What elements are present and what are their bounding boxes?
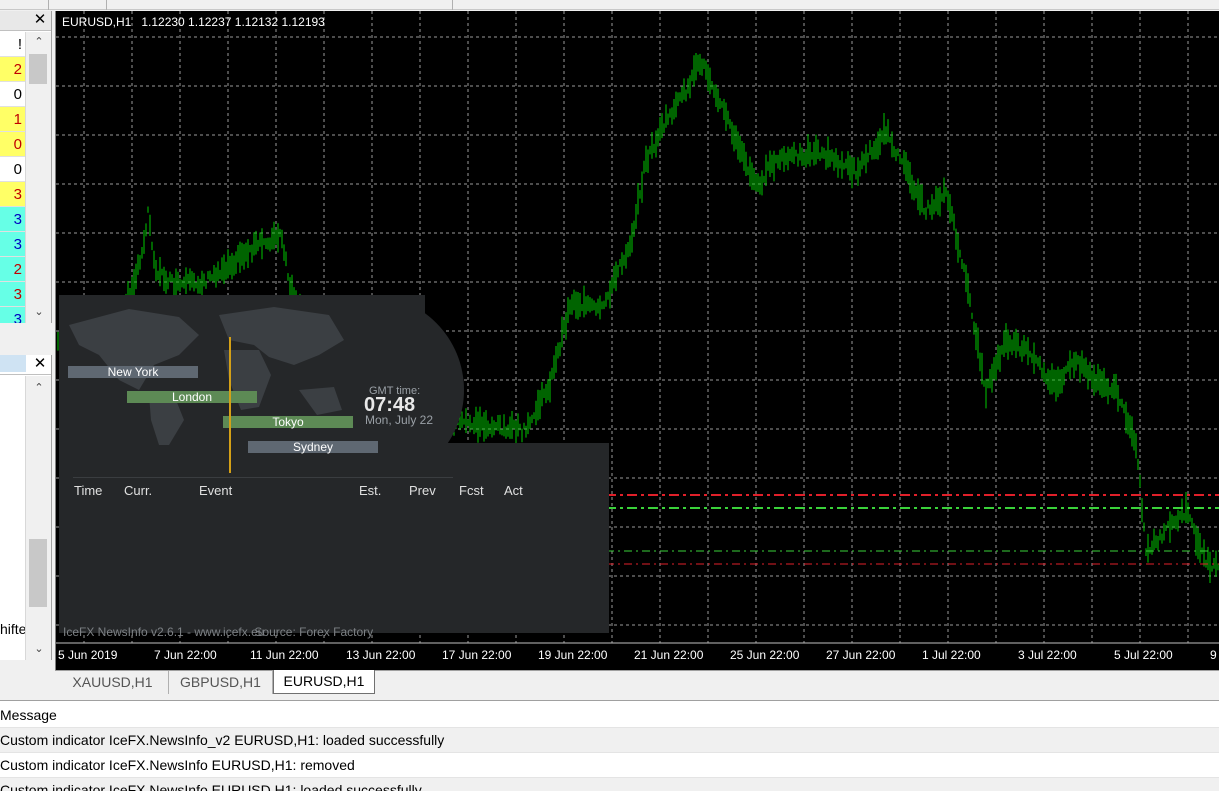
close-icon[interactable]: ✕ bbox=[32, 356, 48, 372]
toolbar-separator bbox=[452, 0, 453, 10]
news-column-time[interactable]: Time bbox=[74, 483, 102, 498]
value-cell[interactable]: 3 bbox=[0, 307, 26, 323]
x-axis-label: 11 Jun 22:00 bbox=[250, 648, 319, 662]
value-column: ! 20100333233 bbox=[0, 32, 26, 323]
widget-news-table bbox=[59, 443, 609, 633]
x-axis-label: 9 bbox=[1210, 648, 1217, 662]
newsinfo-widget: New York London Tokyo Sydney GMT time: 07:4… bbox=[59, 295, 609, 640]
x-axis-label: 17 Jun 22:00 bbox=[442, 648, 512, 662]
journal-panel: Message Custom indicator IceFX.NewsInfo_… bbox=[0, 700, 1219, 791]
truncated-item-label: hifte bbox=[0, 621, 27, 637]
news-column-act[interactable]: Act bbox=[504, 483, 523, 498]
value-cell[interactable]: 3 bbox=[0, 232, 26, 257]
news-column-est[interactable]: Est. bbox=[359, 483, 381, 498]
value-cell[interactable]: 0 bbox=[0, 82, 26, 107]
session-bar-new-york: New York bbox=[68, 366, 198, 378]
scrollbar-thumb[interactable] bbox=[29, 539, 47, 607]
panel-scrollbar[interactable]: ⌃ ⌄ bbox=[25, 32, 51, 323]
value-cell[interactable]: 2 bbox=[0, 257, 26, 282]
current-time-marker bbox=[229, 337, 231, 473]
value-cell[interactable]: 3 bbox=[0, 207, 26, 232]
news-column-fcst[interactable]: Fcst bbox=[459, 483, 484, 498]
price-chart[interactable]: EURUSD,H1 1.12230 1.12237 1.12132 1.1219… bbox=[55, 11, 1219, 670]
session-bar-tokyo: Tokyo bbox=[223, 416, 353, 428]
x-axis-label: 25 Jun 22:00 bbox=[730, 648, 800, 662]
chart-title: EURUSD,H1 1.12230 1.12237 1.12132 1.1219… bbox=[62, 15, 325, 29]
session-bar-london: London bbox=[127, 391, 257, 403]
session-bar-sydney: Sydney bbox=[248, 441, 378, 453]
x-axis-label: 5 Jul 22:00 bbox=[1114, 648, 1173, 662]
value-cell[interactable]: 2 bbox=[0, 57, 26, 82]
panel-header: ✕ bbox=[0, 11, 51, 31]
source-label: Source: Forex Factory bbox=[254, 625, 374, 639]
value-cell[interactable]: 3 bbox=[0, 282, 26, 307]
panel-scrollbar[interactable]: ⌃ ⌄ bbox=[25, 376, 51, 660]
chart-tabs: XAUUSD,H1 GBPUSD,H1 EURUSD,H1 bbox=[55, 670, 1219, 694]
x-axis-label: 1 Jul 22:00 bbox=[922, 648, 981, 662]
value-cell[interactable]: 3 bbox=[0, 182, 26, 207]
column-header-message[interactable]: Message bbox=[0, 707, 57, 723]
news-column-curr[interactable]: Curr. bbox=[124, 483, 152, 498]
navigator-panel: ✕ hifte ⌃ ⌄ bbox=[0, 355, 52, 660]
x-axis-label: 3 Jul 22:00 bbox=[1018, 648, 1077, 662]
toolbar-separator bbox=[48, 0, 49, 10]
journal-header: Message bbox=[0, 703, 1219, 728]
tab-eurusdh1[interactable]: EURUSD,H1 bbox=[273, 670, 375, 694]
tab-xauusdh1[interactable]: XAUUSD,H1 bbox=[57, 671, 169, 694]
value-cell[interactable]: 0 bbox=[0, 157, 26, 182]
x-axis-label: 13 Jun 22:00 bbox=[346, 648, 416, 662]
header-divider bbox=[73, 477, 453, 478]
news-column-prev[interactable]: Prev bbox=[409, 483, 436, 498]
panel-header: ✕ bbox=[0, 355, 51, 375]
value-cell[interactable]: 1 bbox=[0, 107, 26, 132]
scroll-down-icon[interactable]: ⌄ bbox=[26, 304, 51, 320]
x-axis-label: 5 Jun 2019 bbox=[58, 648, 118, 662]
journal-row[interactable]: Custom indicator IceFX.NewsInfo EURUSD,H… bbox=[0, 753, 1219, 778]
tab-gbpusdh1[interactable]: GBPUSD,H1 bbox=[169, 671, 273, 694]
selected-row-highlight bbox=[0, 355, 26, 372]
scroll-down-icon[interactable]: ⌄ bbox=[26, 641, 51, 657]
journal-row[interactable]: Custom indicator IceFX.NewsInfo EURUSD,H… bbox=[0, 778, 1219, 791]
value-cell[interactable]: 0 bbox=[0, 132, 26, 157]
widget-footer: IceFX NewsInfo v2.6.1 - www.icefx.euSour… bbox=[63, 625, 373, 639]
x-axis-label: 19 Jun 22:00 bbox=[538, 648, 608, 662]
toolbar-separator bbox=[106, 0, 107, 10]
journal-row[interactable]: Custom indicator IceFX.NewsInfo_v2 EURUS… bbox=[0, 728, 1219, 753]
version-label: IceFX NewsInfo v2.6.1 - www.icefx.eu bbox=[63, 625, 265, 639]
news-column-event[interactable]: Event bbox=[199, 483, 232, 498]
gmt-date: Mon, July 22 bbox=[365, 413, 434, 427]
scroll-up-icon[interactable]: ⌃ bbox=[26, 380, 51, 396]
market-watch-panel: ✕ ! 20100333233 ⌃ ⌄ bbox=[0, 11, 52, 323]
x-axis-label: 21 Jun 22:00 bbox=[634, 648, 704, 662]
toolbar bbox=[0, 0, 1219, 10]
column-header-alert[interactable]: ! bbox=[0, 32, 26, 57]
close-icon[interactable]: ✕ bbox=[32, 12, 48, 28]
scroll-up-icon[interactable]: ⌃ bbox=[26, 34, 51, 50]
scrollbar-thumb[interactable] bbox=[29, 54, 47, 84]
x-axis-label: 7 Jun 22:00 bbox=[154, 648, 217, 662]
terminal-window: ✕ ! 20100333233 ⌃ ⌄ ✕ hifte ⌃ ⌄ EURUSD,H… bbox=[0, 0, 1219, 791]
x-axis-label: 27 Jun 22:00 bbox=[826, 648, 896, 662]
